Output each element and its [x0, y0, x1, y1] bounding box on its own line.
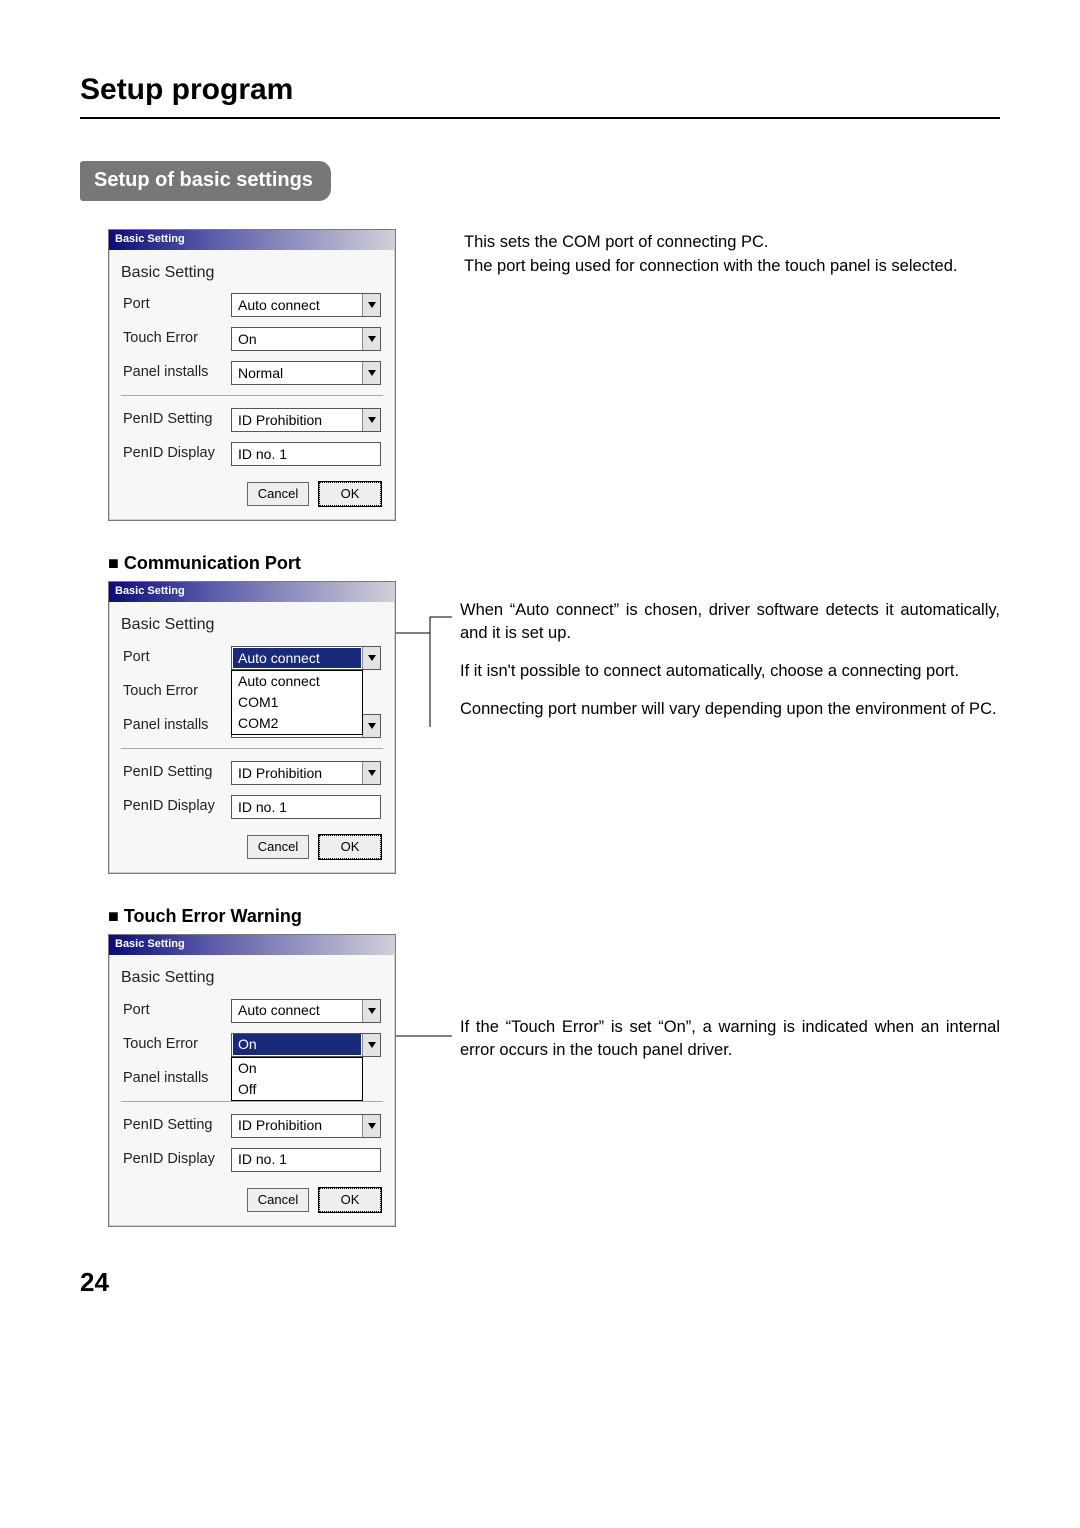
chevron-down-icon[interactable]: [362, 1115, 380, 1137]
divider: [121, 1101, 383, 1102]
port-label: Port: [123, 648, 231, 668]
divider: [121, 395, 383, 396]
panelinstalls-label: Panel installs: [123, 716, 231, 736]
peniddisplay-textbox[interactable]: ID no. 1: [231, 1148, 381, 1172]
port-combo[interactable]: Auto connect: [231, 999, 381, 1023]
peniddisplay-label: PenID Display: [123, 797, 231, 817]
ok-button[interactable]: OK: [319, 1188, 381, 1212]
toucherror-dropdown-list[interactable]: On Off: [231, 1057, 363, 1101]
toucherror-label: Touch Error: [123, 329, 231, 349]
chevron-down-icon[interactable]: [362, 1034, 380, 1056]
port-combo-open[interactable]: Auto connect Auto connect COM1 COM2: [231, 646, 381, 670]
port-label: Port: [123, 1001, 231, 1021]
port-combo[interactable]: Auto connect: [231, 293, 381, 317]
toucherror-combo[interactable]: On: [231, 327, 381, 351]
ok-button[interactable]: OK: [319, 482, 381, 506]
basic-setting-dialog: Basic Setting Basic Setting Port Auto co…: [108, 229, 396, 522]
peniddisplay-label: PenID Display: [123, 1150, 231, 1170]
dialog-titlebar: Basic Setting: [109, 582, 395, 602]
chevron-down-icon[interactable]: [362, 328, 380, 350]
chevron-down-icon[interactable]: [362, 362, 380, 384]
toucherror-desc: If the “Touch Error” is set “On”, a warn…: [460, 1016, 1000, 1061]
chevron-down-icon[interactable]: [362, 1000, 380, 1022]
dialog-group-title: Basic Setting: [121, 967, 381, 989]
dropdown-option[interactable]: COM1: [232, 692, 362, 713]
intro-text-2: The port being used for connection with …: [464, 255, 1000, 277]
basic-setting-dialog-toucherror: Basic Setting Basic Setting Port Auto co…: [108, 934, 396, 1227]
peniddisplay-textbox[interactable]: ID no. 1: [231, 442, 381, 466]
cancel-button[interactable]: Cancel: [247, 482, 309, 506]
toucherror-label: Touch Error: [123, 1035, 231, 1055]
comm-desc-1: When “Auto connect” is chosen, driver so…: [460, 599, 1000, 644]
ok-button[interactable]: OK: [319, 835, 381, 859]
penidsetting-combo[interactable]: ID Prohibition: [231, 1114, 381, 1138]
section-heading: Setup of basic settings: [80, 161, 331, 201]
cancel-button[interactable]: Cancel: [247, 1188, 309, 1212]
chevron-down-icon[interactable]: [362, 294, 380, 316]
chevron-down-icon[interactable]: [362, 715, 380, 737]
callout-line: [396, 940, 452, 1060]
port-dropdown-list[interactable]: Auto connect COM1 COM2: [231, 670, 363, 735]
dialog-titlebar: Basic Setting: [109, 230, 395, 250]
chevron-down-icon[interactable]: [362, 762, 380, 784]
peniddisplay-label: PenID Display: [123, 444, 231, 464]
penidsetting-label: PenID Setting: [123, 1116, 231, 1136]
intro-text-1: This sets the COM port of connecting PC.: [464, 231, 1000, 253]
panelinstalls-label: Panel installs: [123, 1069, 231, 1089]
panelinstalls-label: Panel installs: [123, 363, 231, 383]
toucherror-label: Touch Error: [123, 682, 231, 702]
subheading-comm-port: Communication Port: [108, 551, 1000, 575]
dropdown-option[interactable]: Off: [232, 1079, 362, 1100]
dropdown-option[interactable]: Auto connect: [232, 671, 362, 692]
comm-desc-2: If it isn't possible to connect automati…: [460, 660, 1000, 682]
dropdown-option[interactable]: COM2: [232, 713, 362, 734]
penidsetting-label: PenID Setting: [123, 763, 231, 783]
penidsetting-combo[interactable]: ID Prohibition: [231, 408, 381, 432]
cancel-button[interactable]: Cancel: [247, 835, 309, 859]
dialog-group-title: Basic Setting: [121, 614, 381, 636]
penidsetting-combo[interactable]: ID Prohibition: [231, 761, 381, 785]
chevron-down-icon[interactable]: [362, 647, 380, 669]
port-label: Port: [123, 295, 231, 315]
dialog-titlebar: Basic Setting: [109, 935, 395, 955]
peniddisplay-textbox[interactable]: ID no. 1: [231, 795, 381, 819]
page-title: Setup program: [80, 70, 1000, 119]
divider: [121, 748, 383, 749]
penidsetting-label: PenID Setting: [123, 410, 231, 430]
basic-setting-dialog-port: Basic Setting Basic Setting Port Auto co…: [108, 581, 396, 874]
page-number: 24: [80, 1265, 1000, 1300]
dialog-group-title: Basic Setting: [121, 262, 381, 284]
subheading-touch-error: Touch Error Warning: [108, 904, 1000, 928]
callout-bracket: [396, 587, 452, 747]
dropdown-option[interactable]: On: [232, 1058, 362, 1079]
chevron-down-icon[interactable]: [362, 409, 380, 431]
toucherror-combo-open[interactable]: On On Off: [231, 1033, 381, 1057]
panelinstalls-combo[interactable]: Normal: [231, 361, 381, 385]
comm-desc-3: Connecting port number will vary dependi…: [460, 698, 1000, 720]
